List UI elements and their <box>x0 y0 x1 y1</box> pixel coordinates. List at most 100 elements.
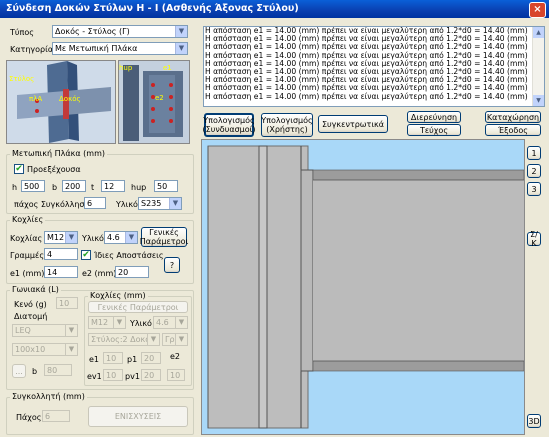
angle-pv1-label: pv1 <box>125 372 140 381</box>
bolts-group-label: Κοχλίες <box>10 215 46 224</box>
hup-input[interactable]: 50 <box>154 180 178 192</box>
view-3d-button[interactable]: 3D <box>527 414 541 428</box>
chevron-down-icon[interactable]: ▼ <box>65 325 77 336</box>
angle-ev1-label: ev1 <box>87 372 102 381</box>
category-value: Με Μετωπική Πλάκα <box>55 44 138 53</box>
angle-e2-label: e2 <box>170 352 181 361</box>
end-plate-material-select[interactable]: S235 ▼ <box>138 197 182 210</box>
angle-bolt-value: M12 <box>91 318 109 327</box>
angle-e2-input[interactable]: 10 <box>167 369 185 381</box>
h-label: h <box>12 183 18 192</box>
summary-button[interactable]: Συγκεντρωτικά <box>318 115 388 133</box>
weld-thickness-input[interactable]: 6 <box>84 197 106 209</box>
type-value: Δοκός - Στύλος (Γ) <box>55 27 130 36</box>
type-select[interactable]: Δοκός - Στύλος (Γ) ▼ <box>52 25 188 38</box>
angle-b-label: b <box>32 367 38 376</box>
messages-scrollbar[interactable]: ▲ ▼ <box>532 27 544 106</box>
b-input[interactable]: 200 <box>62 180 86 192</box>
angle-p1-label: p1 <box>127 355 138 364</box>
chevron-down-icon[interactable]: ▼ <box>175 26 187 37</box>
scroll-down-icon[interactable]: ▼ <box>533 95 544 106</box>
weld-thickness-input-2[interactable]: 6 <box>42 410 70 422</box>
angle-bolt-select[interactable]: M12 ▼ <box>88 316 126 329</box>
chevron-down-icon[interactable]: ▼ <box>65 344 77 355</box>
view-3-button[interactable]: 3 <box>527 182 541 196</box>
angle-pv1-input[interactable]: 20 <box>141 369 161 381</box>
chevron-down-icon[interactable]: ▼ <box>175 43 187 54</box>
calc-combinations-line1: Υπολογισμός <box>203 116 255 125</box>
connection-drawing <box>207 145 525 429</box>
calc-user-line1: Υπολογισμός <box>261 116 313 125</box>
t-input[interactable]: 12 <box>101 180 125 192</box>
bolt-material-select[interactable]: 4.6 ▼ <box>104 231 138 244</box>
category-label: Κατηγορία <box>10 45 54 54</box>
help-button[interactable]: ? <box>164 257 180 273</box>
equal-distances-checkbox[interactable]: ✔ <box>81 250 91 260</box>
close-button[interactable]: × <box>529 2 546 18</box>
protruding-label: Προεξέχουσα <box>27 165 81 174</box>
view-1-button[interactable]: 1 <box>527 146 541 160</box>
section-label: Διατομή <box>14 312 48 321</box>
weld-thickness-label: πάχος Συγκόλλησης <box>14 200 95 209</box>
h-input[interactable]: 500 <box>21 180 45 192</box>
preview-label-plate: πλΑ <box>29 95 43 103</box>
bolts-general-params-line2: Παράμετροι <box>139 237 189 246</box>
preview-label-column: Στύλος <box>9 75 35 83</box>
title-bar: Σύνδεση Δοκών Στύλων Η - Ι (Ασθενής Άξον… <box>0 0 549 18</box>
chevron-down-icon[interactable]: ▼ <box>169 198 181 209</box>
angle-e1-input[interactable]: 10 <box>103 352 123 364</box>
rows-label: Γραμμές <box>10 251 45 260</box>
category-select[interactable]: Με Μετωπική Πλάκα ▼ <box>52 42 188 55</box>
bolts-e2-label: e2 (mm) <box>82 269 117 278</box>
angle-b-browse-button[interactable]: ... <box>12 364 26 378</box>
section-select[interactable]: LEQ ▼ <box>12 324 78 337</box>
messages-list[interactable]: Η απόσταση e1 = 14.00 (mm) πρέπει να είν… <box>203 26 545 107</box>
angle-general-params-button[interactable]: Γενικές Παράμετροι <box>88 301 188 313</box>
drawing-canvas[interactable] <box>201 139 525 435</box>
weld-thickness-label-2: Πάχος <box>16 413 42 422</box>
chevron-down-icon[interactable]: ▼ <box>147 334 159 345</box>
view-2-button[interactable]: 2 <box>527 164 541 178</box>
equal-distances-label: Ίδιες Αποστάσεις <box>94 251 164 260</box>
chevron-down-icon[interactable]: ▼ <box>113 317 125 328</box>
bolt-material-value: 4.6 <box>107 233 120 242</box>
gr-select[interactable]: Γρ. ▼ <box>162 333 188 346</box>
angle-b-input[interactable]: 80 <box>44 364 72 376</box>
preview-2d-image: hup e1 e2 <box>118 60 190 144</box>
chevron-down-icon[interactable]: ▼ <box>175 334 187 345</box>
rows-input[interactable]: 4 <box>44 248 78 260</box>
register-button[interactable]: Καταχώρηση <box>485 111 541 123</box>
chevron-down-icon[interactable]: ▼ <box>125 232 137 243</box>
view-sk-button[interactable]: Σ/Κ <box>527 230 541 248</box>
calc-combinations-line2: (Συνδυασμοί) <box>202 125 256 134</box>
size-select[interactable]: 100x10 ▼ <box>12 343 78 356</box>
scroll-up-icon[interactable]: ▲ <box>533 27 544 38</box>
protruding-checkbox[interactable]: ✔ <box>14 164 24 174</box>
window-title: Σύνδεση Δοκών Στύλων Η - Ι (Ασθενής Άξον… <box>6 3 299 14</box>
end-plate-group-label: Μετωπική Πλάκα (mm) <box>10 149 107 158</box>
angle-bolts-group-label: Κοχλίες (mm) <box>88 291 148 300</box>
bolt-select[interactable]: M12 ▼ <box>44 231 78 244</box>
reinforcements-button[interactable]: ΕΝΙΣΧΥΣΕΙΣ <box>88 406 188 427</box>
row-config-select[interactable]: Στύλος:2 Δοκός: ▼ <box>88 333 160 346</box>
bolts-e1-input[interactable]: 14 <box>44 266 78 278</box>
size-value: 100x10 <box>15 345 46 354</box>
t-label: t <box>91 183 95 192</box>
gap-input[interactable]: 10 <box>56 297 78 309</box>
chevron-down-icon[interactable]: ▼ <box>175 317 187 328</box>
report-button[interactable]: Τεύχος <box>407 124 461 136</box>
explore-button[interactable]: Διερεύνηση <box>407 111 461 123</box>
angle-e1-label: e1 <box>89 355 100 364</box>
chevron-down-icon[interactable]: ▼ <box>65 232 77 243</box>
preview-3d-image: Στύλος πλΑ Δοκός <box>6 60 116 144</box>
bolts-general-params-button[interactable]: Γενικές Παράμετροι <box>139 227 189 247</box>
preview-label-e2: e2 <box>155 94 164 102</box>
angle-bolt-material-select[interactable]: 4.6 ▼ <box>153 316 188 329</box>
bolts-e2-input[interactable]: 20 <box>115 266 149 278</box>
bolt-label: Κοχλίας <box>10 234 43 243</box>
calc-combinations-button[interactable]: Υπολογισμός (Συνδυασμοί) <box>202 113 256 137</box>
angle-ev1-input[interactable]: 10 <box>103 369 123 381</box>
exit-button[interactable]: Έξοδος <box>485 124 541 136</box>
calc-user-button[interactable]: Υπολογισμός (Χρήστης) <box>261 113 313 137</box>
angle-p1-input[interactable]: 20 <box>141 352 161 364</box>
